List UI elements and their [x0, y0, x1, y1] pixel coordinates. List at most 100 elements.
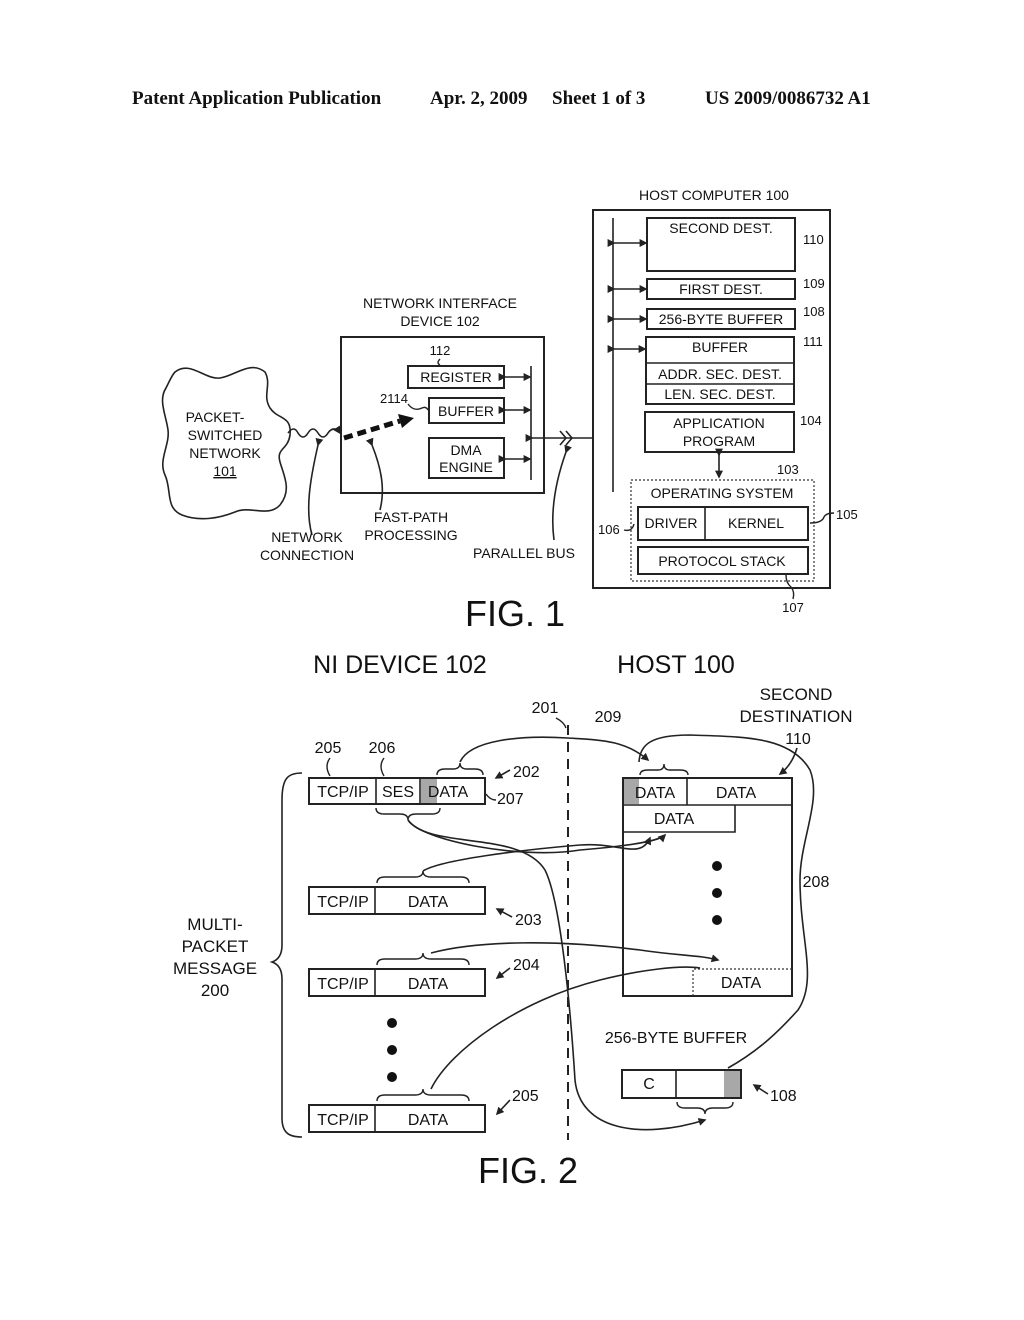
packet-204-brace — [376, 952, 470, 966]
byte-buffer-fig2-ref: 108 — [770, 1088, 797, 1105]
second-dest-cell-3: DATA — [654, 811, 695, 828]
byte-buffer-fig2: 256-BYTE BUFFER C 108 — [605, 1030, 797, 1115]
nid-buffer-label: BUFFER — [438, 403, 494, 419]
host-ellipsis-dot-2 — [712, 888, 722, 898]
ni-device-title: NI DEVICE 102 — [313, 651, 487, 679]
packet-203-pointer — [495, 908, 513, 918]
application-label-2: PROGRAM — [683, 433, 755, 449]
message-label-1: MULTI- — [187, 915, 242, 934]
packet-202-leaders — [326, 757, 385, 777]
packet-205-data: DATA — [408, 1112, 449, 1129]
addr-sec-dest-label: ADDR. SEC. DEST. — [658, 366, 782, 382]
second-dest-ref: 110 — [803, 232, 824, 247]
packet-205-brace — [376, 1088, 470, 1102]
nid-buffer-ref: 2114 — [380, 391, 408, 406]
packet-202-data-brace — [436, 762, 484, 776]
fast-path-label-2: PROCESSING — [364, 527, 457, 543]
packet-203-header: TCP/IP — [317, 894, 369, 911]
byte-buffer-fig2-label: 256-BYTE BUFFER — [605, 1030, 747, 1047]
byte-buffer-ref: 108 — [803, 304, 825, 319]
host-computer-title: HOST COMPUTER 100 — [639, 187, 789, 203]
network-connection-label-2: CONNECTION — [260, 547, 354, 563]
figure-2: NI DEVICE 102 HOST 100 SECOND DESTINATIO… — [173, 651, 853, 1191]
fast-path-label-1: FAST-PATH — [374, 509, 448, 525]
second-dest-label: SECOND DEST. — [669, 220, 772, 236]
divider-ref: 201 — [532, 700, 559, 717]
packet-202-ref: 202 — [513, 764, 540, 781]
host-buffer-ref: 111 — [803, 334, 823, 349]
message-label-2: PACKET — [182, 937, 249, 956]
packet-204-data: DATA — [408, 976, 449, 993]
packet-207-ref: 207 — [497, 791, 524, 808]
first-dest-label: FIRST DEST. — [679, 281, 763, 297]
host-title: HOST 100 — [617, 651, 735, 679]
packet-203: TCP/IP DATA 203 — [308, 870, 542, 929]
packet-205-header: TCP/IP — [317, 1112, 369, 1129]
network-label-line2: SWITCHED — [188, 427, 263, 443]
ellipsis-dot-1 — [387, 1018, 397, 1028]
second-destination-label-1: SECOND — [760, 685, 833, 704]
network-interface-device: NETWORK INTERFACE DEVICE 102 112 REGISTE… — [340, 295, 545, 494]
parallel-bus-pointer — [551, 444, 572, 541]
second-destination-label-2: DESTINATION — [739, 707, 852, 726]
figure-1: PACKET- SWITCHED NETWORK 101 NETWORK CON… — [161, 187, 858, 634]
cloud-shape — [161, 366, 291, 520]
second-destination-ref: 110 — [785, 731, 811, 748]
nid-title-1: NETWORK INTERFACE — [363, 295, 517, 311]
kernel-ref: 105 — [836, 507, 858, 522]
packet-205-pointer — [495, 1099, 511, 1116]
parallel-bus-label: PARALLEL BUS — [473, 545, 575, 561]
packet-202-session-brace — [375, 807, 441, 821]
packet-204-header: TCP/IP — [317, 976, 369, 993]
protocol-stack-label: PROTOCOL STACK — [658, 553, 786, 569]
network-connection-pointer — [307, 437, 324, 536]
byte-buffer-fig2-box — [621, 1069, 742, 1099]
application-ref: 104 — [800, 413, 822, 428]
packet-204-ref: 204 — [513, 957, 540, 974]
second-dest-cell-2: DATA — [716, 785, 757, 802]
second-dest-brace — [639, 763, 689, 776]
flow-209-to-second-dest — [459, 736, 650, 763]
os-label: OPERATING SYSTEM — [651, 485, 794, 501]
network-label-line1: PACKET- — [186, 409, 245, 425]
byte-buffer-fig2-shaded — [724, 1071, 740, 1097]
packet-203-brace — [376, 870, 470, 884]
packet-207-leader — [485, 793, 497, 801]
packet-202-data: DATA — [428, 784, 469, 801]
kernel-label: KERNEL — [728, 515, 784, 531]
packet-202-header: TCP/IP — [317, 784, 369, 801]
register-label: REGISTER — [420, 369, 492, 385]
packet-203-ref: 203 — [515, 912, 542, 929]
packet-202: 205 206 TCP/IP SES DATA 202 207 — [308, 740, 540, 821]
len-sec-dest-label: LEN. SEC. DEST. — [664, 386, 775, 402]
ellipsis-dot-3 — [387, 1072, 397, 1082]
session-ref-206: 206 — [369, 740, 396, 757]
packet-202-pointer — [494, 769, 511, 779]
application-label-1: APPLICATION — [673, 415, 765, 431]
register-ref: 112 — [430, 343, 451, 358]
network-connection-label-1: NETWORK — [271, 529, 343, 545]
second-dest-cell-1: DATA — [635, 785, 676, 802]
byte-buffer-fig2-cell: C — [643, 1076, 655, 1093]
divider-ref-leader — [555, 717, 567, 729]
os-ref: 103 — [777, 462, 799, 477]
dma-label-1: DMA — [450, 442, 482, 458]
packet-205-ref: 205 — [512, 1088, 539, 1105]
packet-205: TCP/IP DATA 205 — [308, 1088, 539, 1133]
message-brace — [269, 772, 303, 1138]
second-destination-pointer — [778, 747, 798, 775]
byte-buffer-label: 256-BYTE BUFFER — [659, 311, 783, 327]
message-ref: 200 — [201, 981, 229, 1000]
byte-buffer-fig2-brace — [676, 1101, 734, 1115]
network-label-line3: NETWORK — [189, 445, 261, 461]
packet-203-data: DATA — [408, 894, 449, 911]
message-label-3: MESSAGE — [173, 959, 257, 978]
first-dest-ref: 109 — [803, 276, 825, 291]
second-dest-last-cell: DATA — [721, 975, 762, 992]
arrow-208-ref: 208 — [803, 874, 830, 891]
figure-2-caption: FIG. 2 — [478, 1150, 578, 1191]
packet-204: TCP/IP DATA 204 — [308, 952, 540, 997]
ellipsis-dot-2 — [387, 1045, 397, 1055]
packet-204-pointer — [495, 967, 511, 979]
figure-1-caption: FIG. 1 — [465, 593, 565, 634]
